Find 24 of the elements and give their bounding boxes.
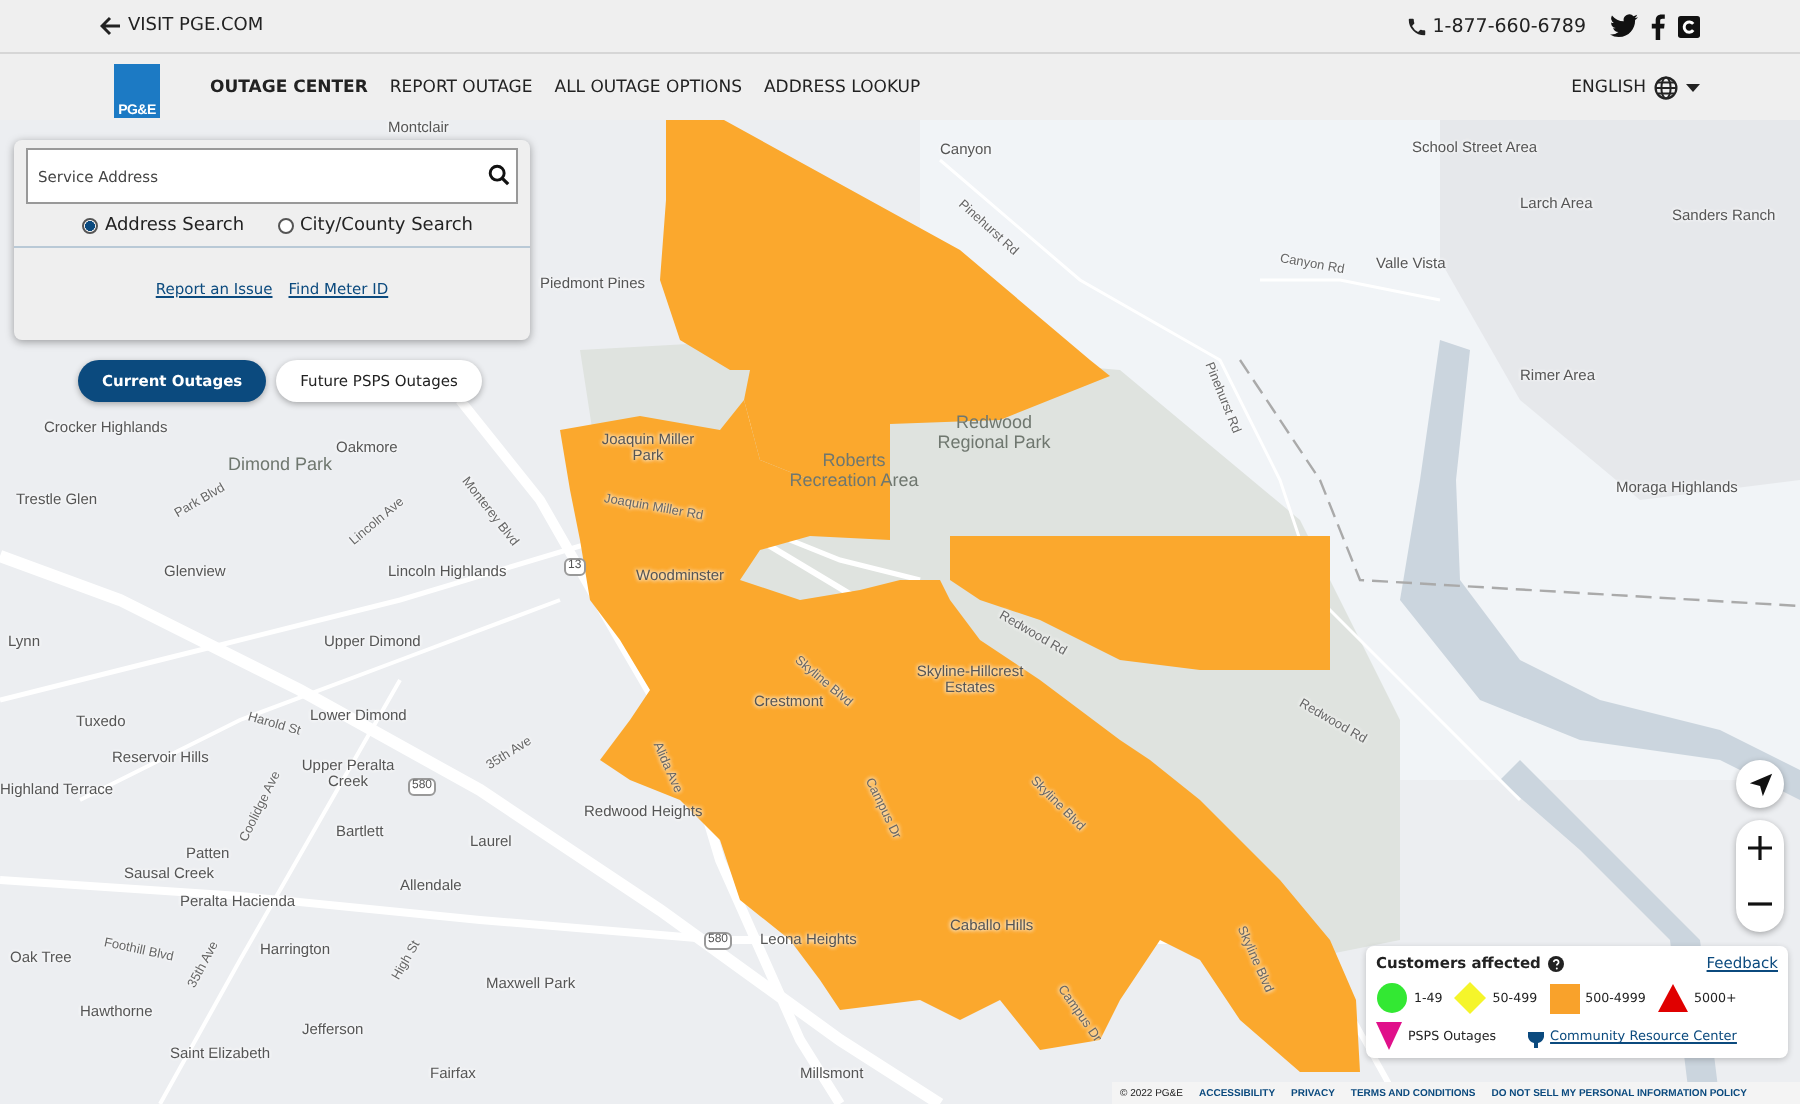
phone-icon bbox=[1406, 15, 1429, 37]
phone-link[interactable]: 1-877-660-6789 bbox=[1406, 15, 1586, 37]
radio-option[interactable]: Address Search bbox=[82, 216, 245, 236]
globe-icon bbox=[1654, 75, 1678, 99]
radio-option[interactable]: City/County Search bbox=[278, 216, 474, 236]
search-icon[interactable] bbox=[488, 164, 510, 186]
plus-icon bbox=[1748, 836, 1772, 860]
nav-link[interactable]: OUTAGE CENTER bbox=[210, 77, 368, 97]
back-link[interactable]: VISIT PGE.COM bbox=[100, 16, 264, 36]
caret-icon bbox=[1686, 83, 1700, 91]
navigation-arrow-icon bbox=[1747, 771, 1773, 797]
language-selector[interactable]: ENGLISH bbox=[1571, 75, 1700, 99]
nav-link[interactable]: ADDRESS LOOKUP bbox=[763, 77, 921, 97]
twitter-icon[interactable] bbox=[1610, 14, 1638, 38]
minus-icon bbox=[1748, 902, 1772, 906]
radio-button[interactable] bbox=[82, 218, 99, 234]
nav-link[interactable]: ALL OUTAGE OPTIONS bbox=[554, 77, 742, 97]
nav-link[interactable]: REPORT OUTAGE bbox=[389, 77, 533, 97]
radio-button[interactable] bbox=[278, 218, 294, 234]
square-c-icon[interactable] bbox=[1678, 15, 1700, 37]
back-arrow-icon bbox=[100, 16, 122, 36]
map-label: Dimond Park bbox=[228, 456, 333, 476]
facebook-icon[interactable] bbox=[1650, 13, 1666, 39]
help-icon[interactable] bbox=[1548, 955, 1565, 971]
